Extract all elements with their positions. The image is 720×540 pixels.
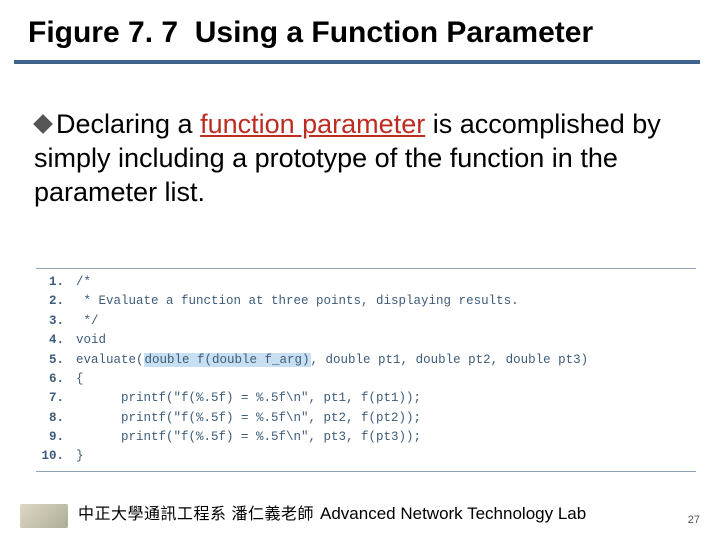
line-number: 8. bbox=[36, 409, 76, 428]
body-highlight: function parameter bbox=[200, 109, 425, 139]
code-highlight: double f(double f_arg) bbox=[144, 353, 311, 367]
code-text: printf("f(%.5f) = %.5f\n", pt3, f(pt3)); bbox=[76, 428, 421, 447]
code-line: 7. printf("f(%.5f) = %.5f\n", pt1, f(pt1… bbox=[36, 389, 696, 408]
code-text: */ bbox=[76, 312, 99, 331]
code-line: 5.evaluate(double f(double f_arg), doubl… bbox=[36, 351, 696, 370]
code-listing: 1./* 2. * Evaluate a function at three p… bbox=[36, 268, 696, 476]
code-line: 1./* bbox=[36, 273, 696, 292]
code-line: 4.void bbox=[36, 331, 696, 350]
footer-text-chinese: 中正大學通訊工程系 潘仁義老師 bbox=[78, 500, 314, 524]
footer-text-english: Advanced Network Technology Lab bbox=[320, 504, 586, 524]
code-line: 10.} bbox=[36, 447, 696, 466]
slide-title: Figure 7. 7 Using a Function Parameter bbox=[28, 16, 700, 50]
code-rule-bottom bbox=[36, 471, 696, 472]
code-rule-top bbox=[36, 268, 696, 269]
line-number: 9. bbox=[36, 428, 76, 447]
code-line: 9. printf("f(%.5f) = %.5f\n", pt3, f(pt3… bbox=[36, 428, 696, 447]
code-text: * Evaluate a function at three points, d… bbox=[76, 292, 519, 311]
body-pre: Declaring a bbox=[56, 109, 200, 139]
code-text: } bbox=[76, 447, 84, 466]
code-line: 3. */ bbox=[36, 312, 696, 331]
code-text: printf("f(%.5f) = %.5f\n", pt1, f(pt1)); bbox=[76, 389, 421, 408]
slide: Figure 7. 7 Using a Function Parameter D… bbox=[0, 0, 720, 540]
page-number: 27 bbox=[688, 514, 700, 526]
lab-logo-icon bbox=[20, 504, 68, 528]
line-number: 3. bbox=[36, 312, 76, 331]
code-line: 8. printf("f(%.5f) = %.5f\n", pt2, f(pt2… bbox=[36, 409, 696, 428]
code-text: evaluate(double f(double f_arg), double … bbox=[76, 351, 588, 370]
line-number: 2. bbox=[36, 292, 76, 311]
title-figure-number: Figure 7. 7 bbox=[28, 16, 178, 49]
line-number: 7. bbox=[36, 389, 76, 408]
code-text: printf("f(%.5f) = %.5f\n", pt2, f(pt2)); bbox=[76, 409, 421, 428]
line-number: 4. bbox=[36, 331, 76, 350]
title-underline bbox=[14, 60, 700, 64]
code-text: { bbox=[76, 370, 84, 389]
line-number: 5. bbox=[36, 351, 76, 370]
code-text: /* bbox=[76, 273, 91, 292]
code-line: 2. * Evaluate a function at three points… bbox=[36, 292, 696, 311]
code-text: void bbox=[76, 331, 106, 350]
line-number: 1. bbox=[36, 273, 76, 292]
title-text: Using a Function Parameter bbox=[195, 16, 593, 49]
diamond-bullet-icon bbox=[33, 114, 53, 134]
footer: 中正大學通訊工程系 潘仁義老師 Advanced Network Technol… bbox=[0, 500, 720, 528]
line-number: 10. bbox=[36, 447, 76, 466]
code-line: 6.{ bbox=[36, 370, 696, 389]
line-number: 6. bbox=[36, 370, 76, 389]
body-paragraph: Declaring a function parameter is accomp… bbox=[34, 108, 680, 209]
